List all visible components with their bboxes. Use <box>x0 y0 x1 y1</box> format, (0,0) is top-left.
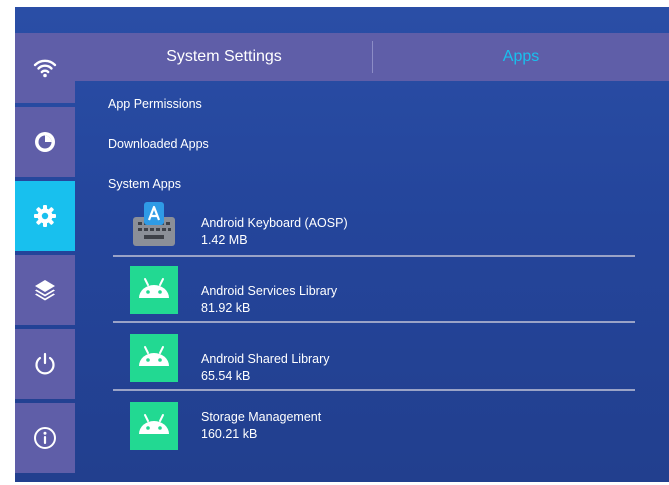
tab-system-settings[interactable]: System Settings <box>75 33 373 81</box>
android-icon <box>130 402 178 450</box>
list-item[interactable]: Android Keyboard (AOSP) 1.42 MB <box>113 191 635 257</box>
menu-app-permissions[interactable]: App Permissions <box>108 97 202 111</box>
list-item[interactable]: Android Services Library 81.92 kB <box>113 257 635 323</box>
gear-icon <box>34 205 56 227</box>
app-size: 65.54 kB <box>201 369 251 383</box>
list-item[interactable]: Storage Management 160.21 kB <box>113 393 635 459</box>
android-icon <box>130 266 178 314</box>
app-name: Android Services Library <box>201 284 338 298</box>
side-rail <box>15 33 75 475</box>
row-divider <box>113 321 635 323</box>
tab-apps[interactable]: Apps <box>373 33 669 81</box>
rail-item-layers[interactable] <box>15 255 75 325</box>
pie-chart-icon <box>35 132 55 152</box>
app-size: 160.21 kB <box>201 427 258 441</box>
app-name: Storage Management <box>201 410 322 424</box>
list-item[interactable]: Android Shared Library 65.54 kB <box>113 325 635 391</box>
app-name: Android Keyboard (AOSP) <box>201 216 348 230</box>
info-icon <box>34 427 56 449</box>
app-name: Android Shared Library <box>201 352 330 366</box>
rail-item-power[interactable] <box>15 329 75 399</box>
power-icon <box>35 352 55 375</box>
layers-icon <box>35 280 55 301</box>
app-size: 1.42 MB <box>201 233 248 247</box>
wifi-icon <box>33 59 57 78</box>
android-icon <box>130 334 178 382</box>
menu-system-apps[interactable]: System Apps <box>108 177 181 191</box>
tab-bar: System Settings Apps <box>75 33 669 81</box>
keyboard-icon <box>130 200 178 248</box>
rail-item-usage[interactable] <box>15 107 75 177</box>
row-divider <box>113 389 635 391</box>
rail-item-wifi[interactable] <box>15 33 75 103</box>
menu-downloaded-apps[interactable]: Downloaded Apps <box>108 137 209 151</box>
app-size: 81.92 kB <box>201 301 251 315</box>
settings-screen: System Settings Apps App Permissions Dow… <box>15 7 669 482</box>
rail-item-settings[interactable] <box>15 181 75 251</box>
rail-item-about[interactable] <box>15 403 75 473</box>
